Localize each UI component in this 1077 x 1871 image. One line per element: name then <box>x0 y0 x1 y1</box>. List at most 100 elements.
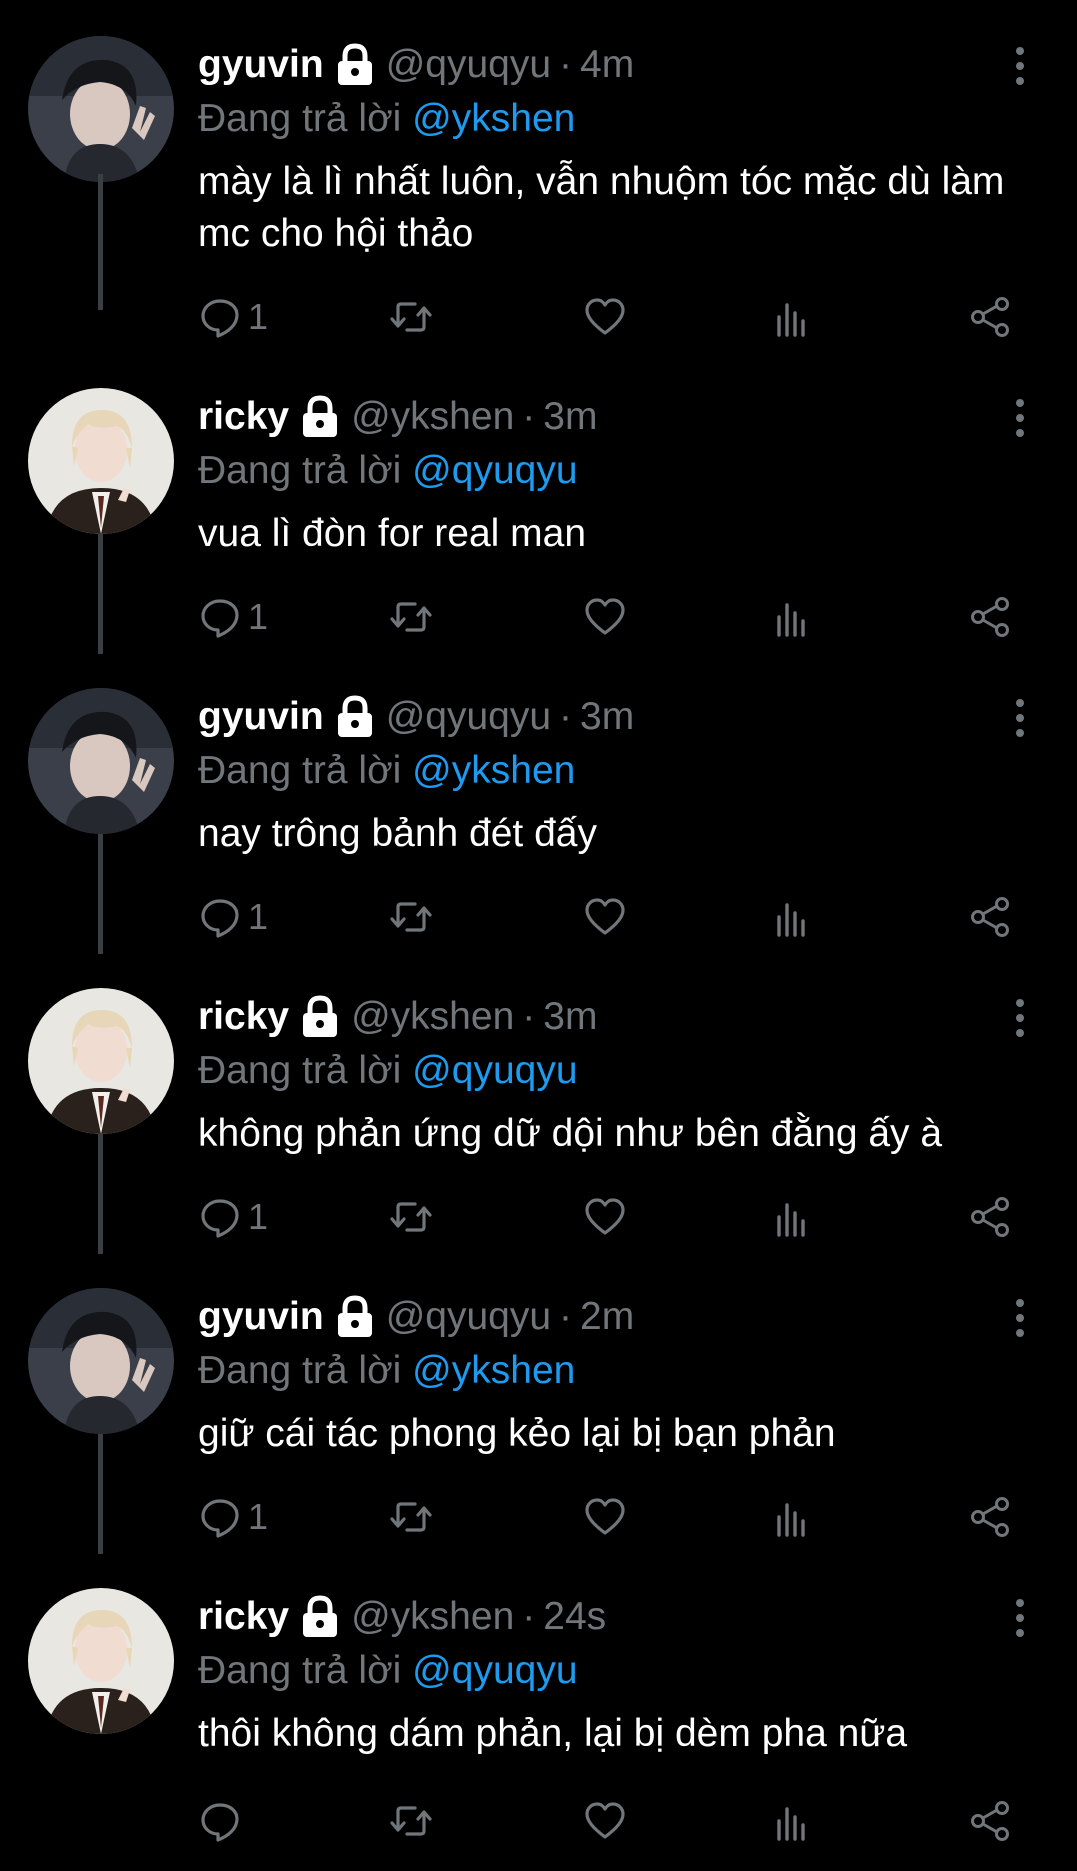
share-button[interactable] <box>968 892 1012 942</box>
reply-button[interactable]: 1 <box>198 1492 268 1542</box>
separator-dot: · <box>522 1595 536 1638</box>
tweet[interactable]: ricky @ykshen · 3m Đang trả lời @qyuqyu … <box>0 174 1077 654</box>
reply-button[interactable]: 1 <box>198 892 268 942</box>
more-options-icon[interactable] <box>1010 1298 1030 1338</box>
reply-button[interactable] <box>198 1796 248 1846</box>
avatar-dark-hair-icon <box>28 36 174 182</box>
user-handle[interactable]: @ykshen <box>351 990 514 1044</box>
lock-icon <box>303 395 338 437</box>
display-name[interactable]: ricky <box>198 990 289 1044</box>
views-button[interactable] <box>773 292 813 342</box>
thread-connector <box>98 534 103 654</box>
reply-icon <box>201 599 239 638</box>
more-options-icon[interactable] <box>1010 698 1030 738</box>
share-button[interactable] <box>968 1492 1012 1542</box>
user-handle[interactable]: @ykshen <box>351 390 514 444</box>
reply-button[interactable]: 1 <box>198 592 268 642</box>
like-button[interactable] <box>583 1192 627 1242</box>
share-button[interactable] <box>968 292 1012 342</box>
views-button[interactable] <box>773 592 813 642</box>
avatar-blond-hair-icon <box>28 388 174 534</box>
heart-icon <box>585 1198 625 1235</box>
tweet-header: gyuvin @qyuqyu · 4m <box>198 38 634 92</box>
thread-connector <box>98 834 103 954</box>
reply-mention-link[interactable]: @ykshen <box>412 97 575 140</box>
retweet-icon <box>390 602 432 632</box>
views-button[interactable] <box>773 1192 813 1242</box>
like-button[interactable] <box>583 1796 627 1846</box>
reply-button[interactable]: 1 <box>198 1192 268 1242</box>
like-button[interactable] <box>583 1492 627 1542</box>
tweet[interactable]: gyuvin @qyuqyu · 4m Đang trả lời @ykshen… <box>0 0 1077 338</box>
replying-to-label: Đang trả lời <box>198 449 413 492</box>
views-button[interactable] <box>773 1492 813 1542</box>
tweet[interactable]: ricky @ykshen · 3m Đang trả lời @qyuqyu … <box>0 952 1077 1254</box>
reply-icon <box>201 299 239 338</box>
user-handle[interactable]: @qyuqyu <box>386 38 551 92</box>
display-name[interactable]: ricky <box>198 390 289 444</box>
tweet[interactable]: ricky @ykshen · 24s Đang trả lời @qyuqyu… <box>0 1552 1077 1871</box>
separator-dot: · <box>559 695 573 738</box>
reply-mention-link[interactable]: @qyuqyu <box>412 449 577 492</box>
tweet-actions: 1 <box>198 592 1028 642</box>
display-name[interactable]: gyuvin <box>198 38 324 92</box>
display-name[interactable]: gyuvin <box>198 1290 324 1344</box>
avatar-dark-hair-icon <box>28 688 174 834</box>
more-options-icon[interactable] <box>1010 398 1030 438</box>
more-options-icon[interactable] <box>1010 1598 1030 1638</box>
more-options-icon[interactable] <box>1010 998 1030 1038</box>
user-handle[interactable]: @qyuqyu <box>386 1290 551 1344</box>
share-button[interactable] <box>968 592 1012 642</box>
user-handle[interactable]: @qyuqyu <box>386 690 551 744</box>
retweet-button[interactable] <box>388 892 434 942</box>
heart-icon <box>585 298 625 335</box>
avatar[interactable] <box>28 388 174 534</box>
timestamp[interactable]: 3m <box>543 990 597 1044</box>
tweet-actions: 1 <box>198 1192 1028 1242</box>
share-button[interactable] <box>968 1796 1012 1846</box>
reply-mention-link[interactable]: @qyuqyu <box>412 1049 577 1092</box>
timestamp[interactable]: 4m <box>580 38 634 92</box>
like-button[interactable] <box>583 592 627 642</box>
avatar[interactable] <box>28 1288 174 1434</box>
reply-mention-link[interactable]: @qyuqyu <box>412 1649 577 1692</box>
avatar[interactable] <box>28 688 174 834</box>
lock-icon <box>337 43 372 85</box>
avatar[interactable] <box>28 988 174 1134</box>
tweet[interactable]: gyuvin @qyuqyu · 2m Đang trả lời @ykshen… <box>0 1252 1077 1554</box>
share-button[interactable] <box>968 1192 1012 1242</box>
like-button[interactable] <box>583 292 627 342</box>
tweet-header: gyuvin @qyuqyu · 3m <box>198 690 634 744</box>
timestamp[interactable]: 3m <box>543 390 597 444</box>
separator-dot: · <box>522 395 536 438</box>
reply-mention-link[interactable]: @ykshen <box>412 1349 575 1392</box>
tweet-header: gyuvin @qyuqyu · 2m <box>198 1290 634 1344</box>
display-name[interactable]: gyuvin <box>198 690 324 744</box>
retweet-button[interactable] <box>388 592 434 642</box>
separator-dot: · <box>559 43 573 86</box>
reply-mention-link[interactable]: @ykshen <box>412 749 575 792</box>
retweet-button[interactable] <box>388 1492 434 1542</box>
reply-icon <box>201 1199 239 1238</box>
replying-to-label: Đang trả lời <box>198 1649 413 1692</box>
thread-connector <box>98 1134 103 1254</box>
user-handle[interactable]: @ykshen <box>351 1590 514 1644</box>
timestamp[interactable]: 24s <box>543 1590 606 1644</box>
more-options-icon[interactable] <box>1010 46 1030 86</box>
replying-to: Đang trả lời @qyuqyu <box>198 1044 578 1098</box>
retweet-button[interactable] <box>388 292 434 342</box>
retweet-button[interactable] <box>388 1796 434 1846</box>
views-button[interactable] <box>773 1796 813 1846</box>
views-icon <box>777 903 805 937</box>
reply-button[interactable]: 1 <box>198 292 268 342</box>
timestamp[interactable]: 2m <box>580 1290 634 1344</box>
tweet[interactable]: gyuvin @qyuqyu · 3m Đang trả lời @ykshen… <box>0 652 1077 954</box>
display-name[interactable]: ricky <box>198 1590 289 1644</box>
avatar[interactable] <box>28 1588 174 1734</box>
views-button[interactable] <box>773 892 813 942</box>
tweet-actions: 1 <box>198 292 1028 342</box>
timestamp[interactable]: 3m <box>580 690 634 744</box>
retweet-button[interactable] <box>388 1192 434 1242</box>
like-button[interactable] <box>583 892 627 942</box>
avatar[interactable] <box>28 36 174 182</box>
